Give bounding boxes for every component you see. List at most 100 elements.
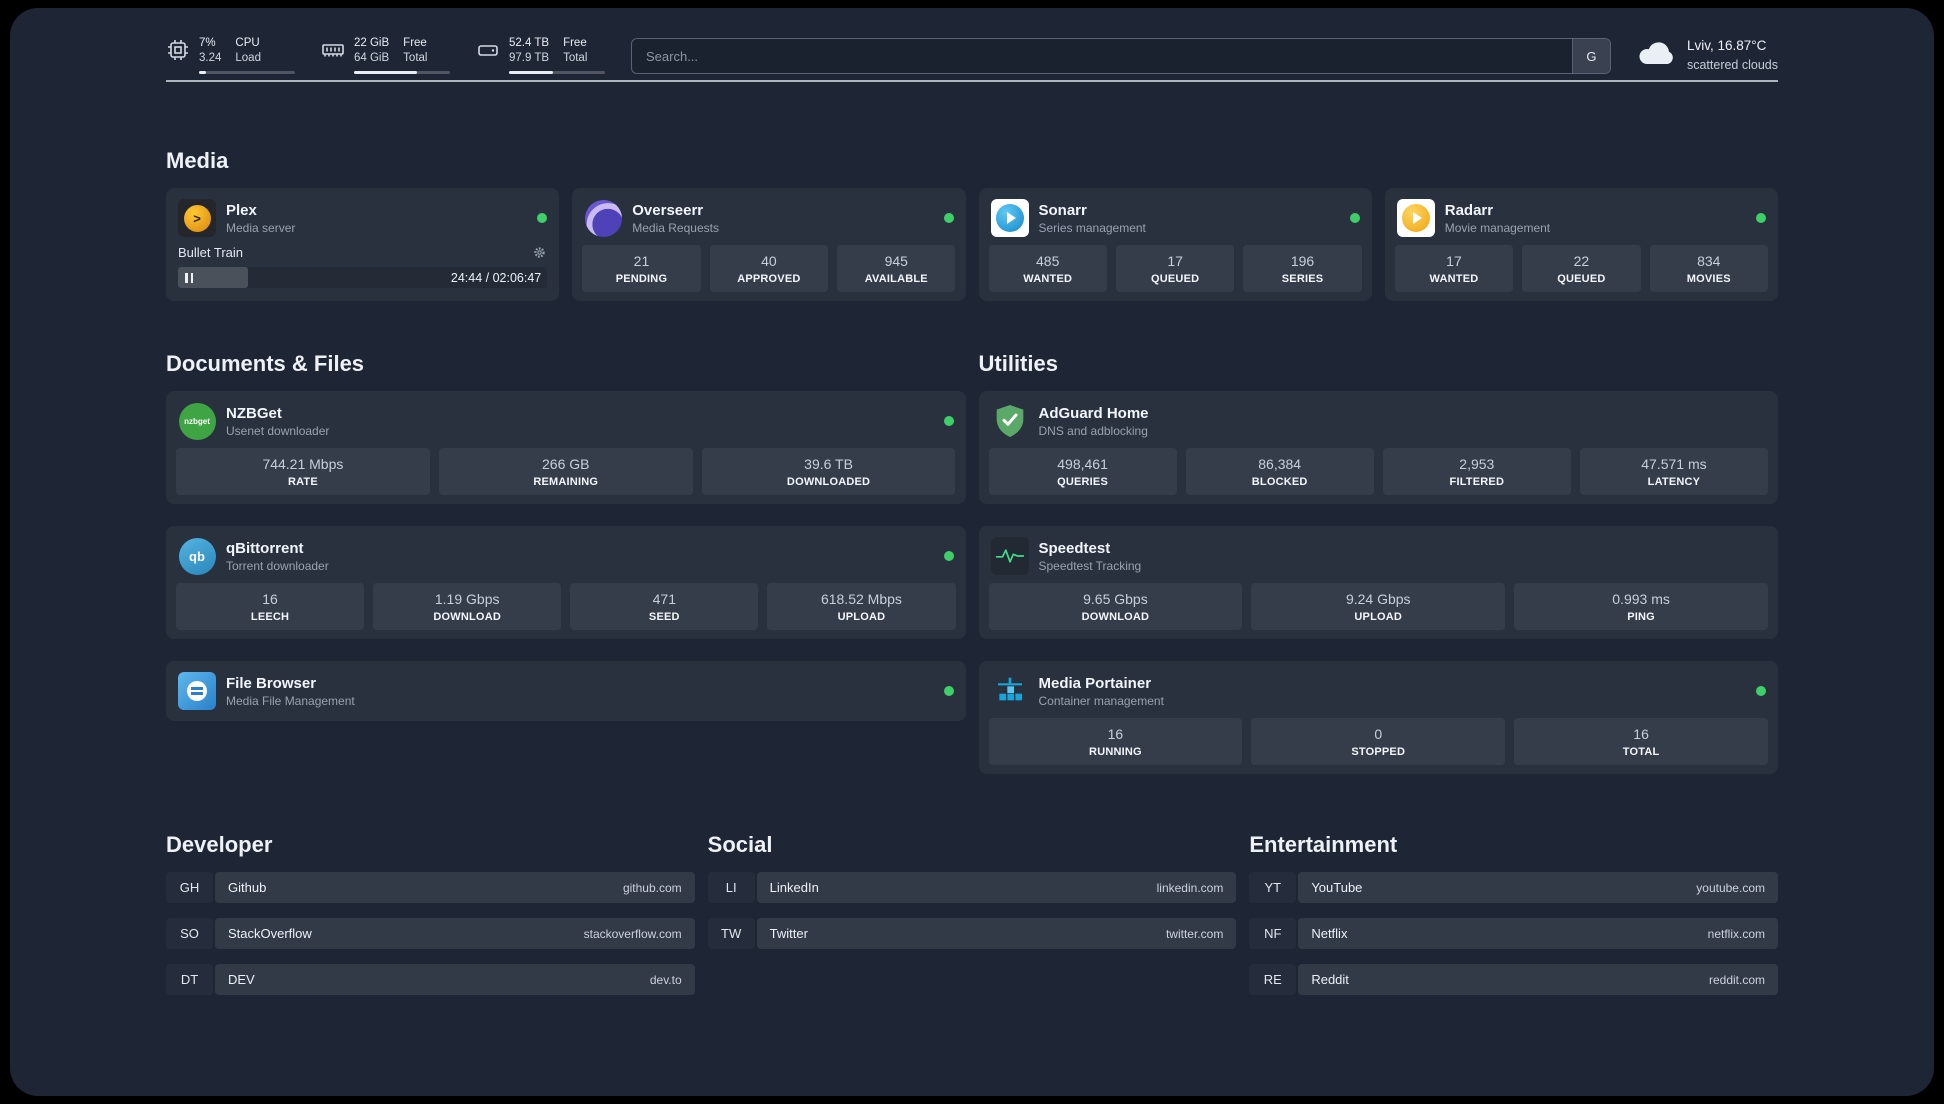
plex-time: 24:44 / 02:06:47 [450,270,542,285]
topbar-divider [166,80,1778,82]
cpu-icon [166,38,190,62]
portainer-header[interactable]: Media Portainer Container management [989,670,1769,718]
service-card-qbittorrent: qb qBittorrent Torrent downloader 16 LEE… [166,526,966,639]
plex-status-dot [537,213,548,223]
disk-free-label: Free [563,37,587,49]
adguard-stat-blocked: 86,384 BLOCKED [1185,448,1374,495]
service-card-sonarr: Sonarr Series management 485 WANTED 17 Q… [978,188,1372,301]
speedtest-stat-ping: 0.993 ms PING [1514,583,1768,630]
qbittorrent-name: qBittorrent [226,539,304,557]
radarr-subtitle: Movie management [1444,220,1551,235]
speedtest-stat-upload: 9.24 Gbps UPLOAD [1251,583,1506,630]
plex-subtitle: Media server [226,220,296,235]
speedtest-subtitle: Speedtest Tracking [1038,558,1142,573]
bookmark-name: StackOverflow [228,926,312,941]
cpu-usage-bar [199,70,295,74]
adguard-stat-latency: 47.571 ms LATENCY [1579,448,1768,495]
cpu-usage-value: 7% [199,37,216,49]
disk-free-value: 52.4 TB [509,37,550,49]
search-input[interactable] [632,39,1572,73]
cloud-icon [1637,38,1677,71]
filebrowser-icon [178,672,216,710]
adguard-header[interactable]: AdGuard Home DNS and adblocking [989,400,1769,448]
bookmark-url: stackoverflow.com [583,926,682,941]
plex-header[interactable]: Plex Media server [176,197,549,245]
bookmark-linkedin[interactable]: LI LinkedIn linkedin.com [708,872,1237,903]
gear-icon[interactable] [532,245,547,260]
memory-usage-bar [354,70,450,74]
memory-icon [321,38,345,62]
overseerr-status-dot [943,213,954,223]
bookmark-reddit[interactable]: RE Reddit reddit.com [1249,964,1778,995]
qbittorrent-stat-leech: 16 LEECH [176,583,365,630]
overseerr-icon [584,199,622,237]
portainer-name: Media Portainer [1038,674,1152,692]
speedtest-header[interactable]: Speedtest Speedtest Tracking [989,535,1769,583]
cpu-load-label: Load [235,51,261,64]
adguard-name: AdGuard Home [1038,404,1149,422]
plex-progress-bar[interactable]: 24:44 / 02:06:47 [178,267,548,288]
disk-total-label: Total [563,51,588,64]
section-entertainment: Entertainment YT YouTube youtube.com NF N… [1249,832,1778,995]
bookmark-stackoverflow[interactable]: SO StackOverflow stackoverflow.com [166,918,695,949]
sonarr-icon [990,199,1029,237]
bookmark-url: twitter.com [1165,926,1224,941]
memory-widget: 22 GiB 64 GiB Free Total [321,36,450,74]
service-card-speedtest: Speedtest Speedtest Tracking 9.65 Gbps D… [978,526,1778,639]
weather-condition: scattered clouds [1686,57,1778,72]
plex-name: Plex [226,201,257,219]
qbittorrent-stat-upload: 618.52 Mbps UPLOAD [767,583,956,630]
service-card-filebrowser: File Browser Media File Management [166,661,966,721]
section-media: Media Plex Media server Bullet Train [166,148,1778,301]
bookmark-twitter[interactable]: TW Twitter twitter.com [708,918,1237,949]
radarr-header[interactable]: Radarr Movie management [1395,197,1768,245]
service-card-overseerr: Overseerr Media Requests 21 PENDING 40 A… [572,188,966,301]
qbittorrent-header[interactable]: qb qBittorrent Torrent downloader [176,535,956,583]
portainer-stat-total: 16 TOTAL [1514,718,1768,765]
nzbget-stat-rate: 744.21 Mbps RATE [176,448,430,495]
bookmark-abbr: DT [166,964,213,995]
overseerr-subtitle: Media Requests [632,220,719,235]
bookmark-abbr: GH [166,872,213,903]
bookmark-youtube[interactable]: YT YouTube youtube.com [1249,872,1778,903]
plex-now-playing: Bullet Train 24:44 / 02:06:47 [176,245,549,288]
nzbget-header[interactable]: nzbget NZBGet Usenet downloader [176,400,956,448]
qbittorrent-stat-seed: 471 SEED [570,583,759,630]
bookmark-url: linkedin.com [1156,880,1224,895]
bookmark-name: LinkedIn [769,880,819,895]
search-provider-button[interactable]: G [1571,39,1610,73]
bookmark-url: github.com [622,880,682,895]
plex-track-title: Bullet Train [178,245,244,260]
pause-icon[interactable] [185,272,193,283]
sonarr-name: Sonarr [1038,201,1087,219]
bookmark-name: YouTube [1311,880,1363,895]
bookmark-dev[interactable]: DT DEV dev.to [166,964,695,995]
memory-total-label: Total [403,51,428,64]
filebrowser-header[interactable]: File Browser Media File Management [176,670,956,712]
bookmark-netflix[interactable]: NF Netflix netflix.com [1249,918,1778,949]
overseerr-header[interactable]: Overseerr Media Requests [582,197,955,245]
sonarr-status-dot [1349,213,1360,223]
bookmark-github[interactable]: GH Github github.com [166,872,695,903]
portainer-icon [991,672,1029,710]
radarr-stat-wanted: 17 WANTED [1394,245,1514,292]
bookmark-abbr: LI [708,872,755,903]
speedtest-name: Speedtest [1038,539,1111,557]
service-card-nzbget: nzbget NZBGet Usenet downloader 744.21 M… [166,391,966,504]
section-documents: Documents & Files nzbget NZBGet Usenet d… [166,351,966,721]
filebrowser-name: File Browser [226,674,317,692]
weather-location: Lviv, 16.87°C [1686,38,1767,53]
sonarr-header[interactable]: Sonarr Series management [989,197,1362,245]
section-utilities: Utilities AdGuard Home DNS and adblockin… [978,351,1778,774]
memory-free-value: 22 GiB [354,37,390,49]
adguard-icon [991,402,1029,440]
bookmark-url: youtube.com [1696,880,1765,895]
qbittorrent-status-dot [943,551,954,561]
utilities-section-title: Utilities [978,351,1058,376]
bookmark-name: Netflix [1311,926,1348,941]
filebrowser-status-dot [943,686,954,696]
nzbget-icon: nzbget [178,402,216,440]
bookmark-name: Twitter [769,926,808,941]
radarr-icon [1396,199,1435,237]
sonarr-stat-wanted: 485 WANTED [988,245,1107,292]
